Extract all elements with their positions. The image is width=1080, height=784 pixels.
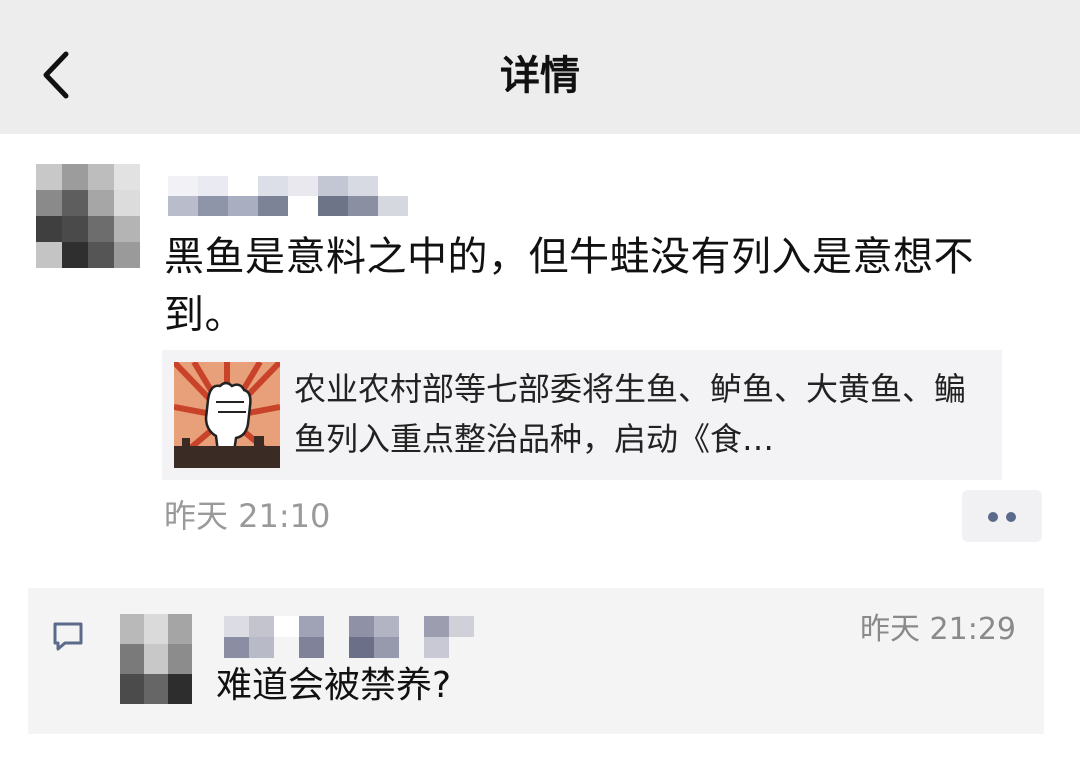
moment-post: 黑鱼是意料之中的，但牛蛙没有列入是意想不到。 农业农村部等七部委将生鱼、鲈鱼、大… [0, 134, 1080, 574]
post-timestamp: 昨天 21:10 [164, 497, 331, 535]
comment-timestamp: 昨天 21:29 [860, 612, 1016, 647]
header-bar: 详情 [0, 0, 1080, 134]
avatar[interactable] [120, 614, 192, 704]
more-dots-icon [988, 512, 998, 522]
comment-author-mosaic[interactable] [224, 616, 474, 658]
comment-section: 昨天 21:29 难道会被禁养? [28, 588, 1044, 734]
link-title: 农业农村部等七部委将生鱼、鲈鱼、大黄鱼、鳊鱼列入重点整治品种，启动《食… [294, 370, 967, 458]
author-name-mosaic[interactable] [168, 176, 408, 216]
more-actions-button[interactable] [962, 490, 1042, 542]
more-dots-icon [1006, 512, 1016, 522]
comment-icon [53, 622, 83, 651]
comment-text: 难道会被禁养? [216, 665, 452, 706]
post-text: 黑鱼是意料之中的，但牛蛙没有列入是意想不到。 [164, 234, 974, 338]
link-card[interactable]: 农业农村部等七部委将生鱼、鲈鱼、大黄鱼、鳊鱼列入重点整治品种，启动《食… [162, 350, 1002, 480]
avatar[interactable] [36, 164, 140, 268]
page-title: 详情 [500, 53, 580, 99]
raised-fist-icon [174, 362, 280, 468]
